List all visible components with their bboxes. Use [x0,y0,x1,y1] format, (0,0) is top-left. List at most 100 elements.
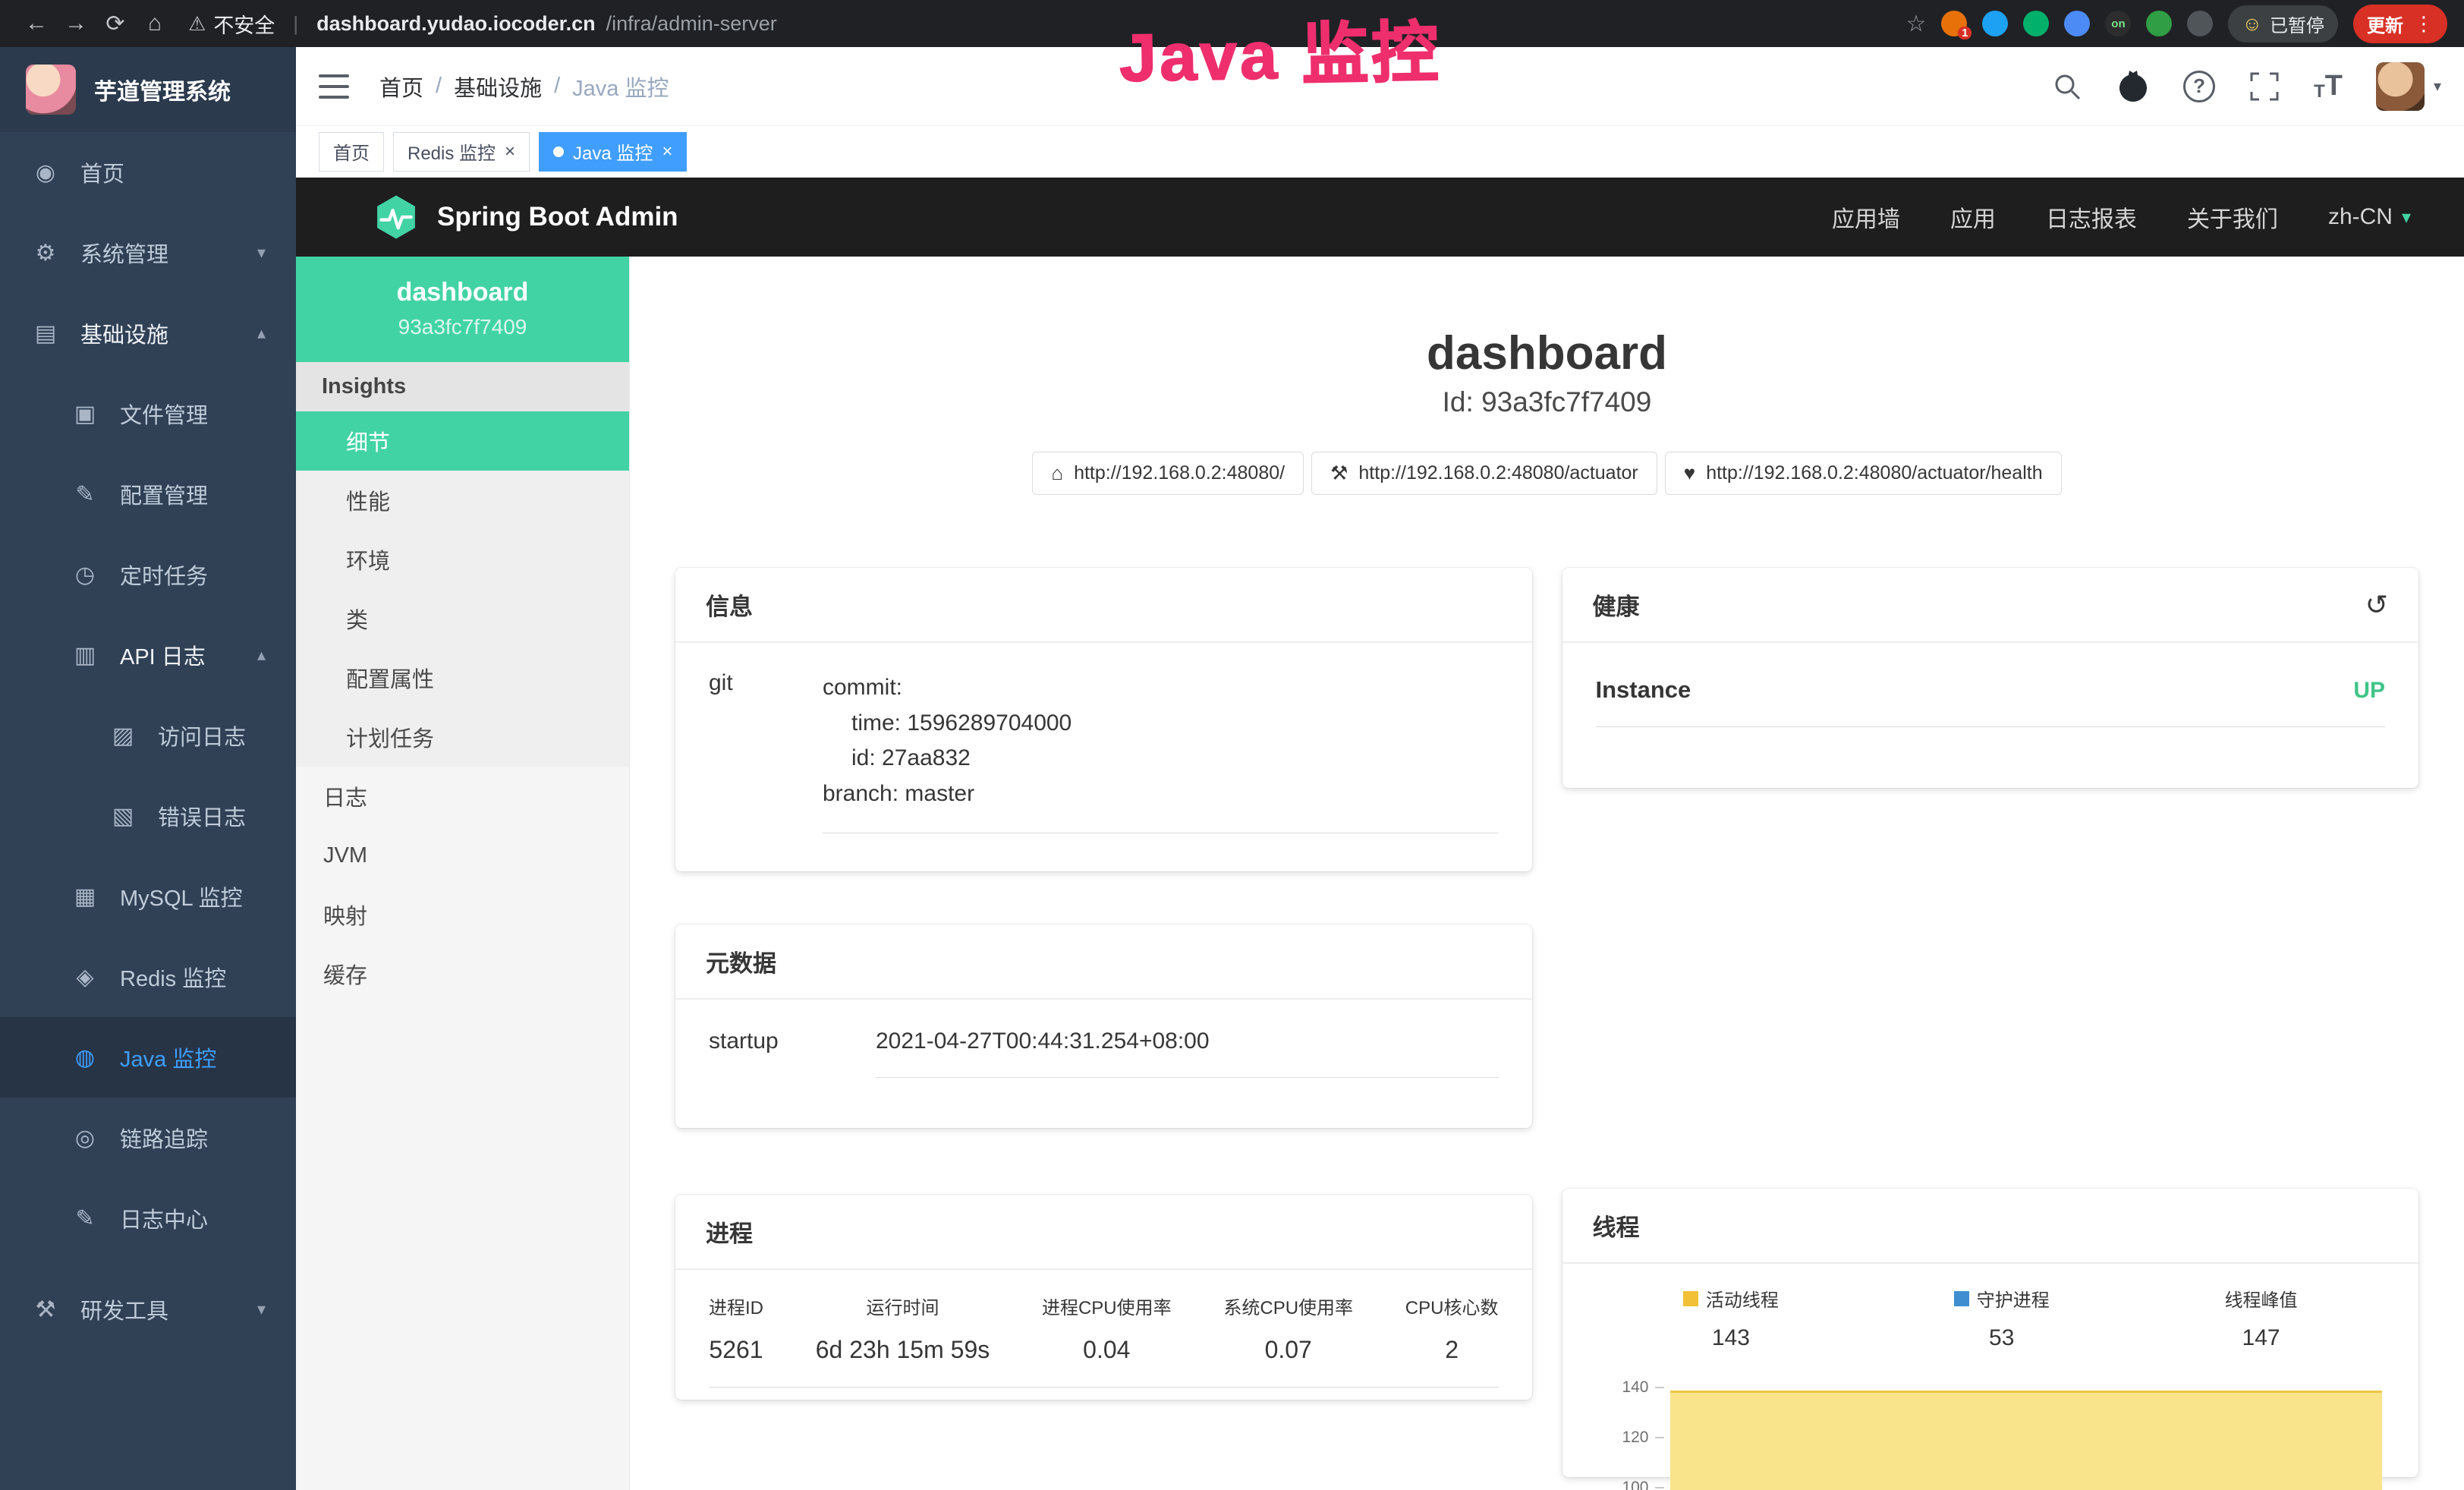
sidebar-item-trace[interactable]: ◎ 链路追踪 [0,1098,296,1178]
close-icon[interactable]: × [505,143,515,161]
sba-navbar: Spring Boot Admin 应用墙 应用 日志报表 关于我们 zh-CN… [296,178,2464,257]
sidebar-item-label: 错误日志 [158,800,246,832]
sidebar-item-access-logs[interactable]: ▨ 访问日志 [0,695,296,776]
extension-leaf-icon[interactable] [2146,11,2172,36]
github-icon[interactable] [2116,70,2150,103]
breadcrumb-home[interactable]: 首页 [379,71,423,102]
gear-icon: ⚙ [30,240,61,266]
sidebar-item-home[interactable]: ◉ 首页 [0,132,296,213]
sidebar-item-label: 日志中心 [120,1202,208,1234]
sba-main-content: dashboard Id: 93a3fc7f7409 ⌂ http://192.… [630,257,2464,1490]
sba-nav-applications[interactable]: 应用 [1950,200,1996,234]
paused-badge[interactable]: ☺ 已暂停 [2228,5,2338,43]
browser-back-button[interactable]: ← [17,5,56,42]
sba-nav-about[interactable]: 关于我们 [2187,200,2278,234]
sba-nav-journal[interactable]: 日志报表 [2046,200,2137,234]
sba-menu-environment[interactable]: 环境 [296,530,629,589]
extension-check-icon[interactable] [2023,11,2049,36]
sidebar-item-system-management[interactable]: ⚙ 系统管理 ▾ [0,213,296,293]
tab-label: 首页 [333,138,370,165]
tab-label: Redis 监控 [408,138,496,165]
sidebar-item-error-logs[interactable]: ▧ 错误日志 [0,776,296,856]
sidebar-item-log-center[interactable]: ✎ 日志中心 [0,1178,296,1258]
sidebar-item-java-monitor[interactable]: ◍ Java 监控 [0,1017,296,1098]
sidebar-item-label: 文件管理 [120,398,208,430]
search-icon[interactable] [2051,71,2083,102]
address-bar[interactable]: ⚠ 不安全 | dashboard.yudao.iocoder.cn /infr… [188,9,1906,39]
sidebar-item-label: 配置管理 [120,478,208,510]
threads-card: 线程 活动线程 143 [1562,1189,2419,1477]
sba-sidebar: dashboard 93a3fc7f7409 Insights 细节 性能 环境… [296,257,630,1490]
sidebar-item-mysql-monitor[interactable]: ▦ MySQL 监控 [0,856,296,937]
browser-forward-button[interactable]: → [56,5,96,42]
close-icon[interactable]: × [662,143,672,161]
breadcrumb-infrastructure[interactable]: 基础设施 [454,71,542,102]
sidebar-item-label: 首页 [80,156,124,188]
fullscreen-icon[interactable] [2248,71,2280,102]
sidebar-item-redis-monitor[interactable]: ◈ Redis 监控 [0,937,296,1017]
sidebar-item-infrastructure[interactable]: ▤ 基础设施 ▴ [0,293,296,373]
chevron-down-icon: ▾ [2402,206,2411,228]
health-url-link[interactable]: ♥ http://192.168.0.2:48080/actuator/heal… [1665,452,2062,495]
card-title: 健康 [1593,587,1640,622]
sba-menu-config-props[interactable]: 配置属性 [296,648,629,707]
legend-peak-threads: 线程峰值 147 [2225,1285,2298,1351]
sba-instance-block[interactable]: dashboard 93a3fc7f7409 [296,257,629,362]
paused-label: 已暂停 [2270,11,2324,37]
sba-menu-mappings[interactable]: 映射 [296,885,629,944]
info-key: git [709,670,823,833]
help-icon[interactable]: ? [2183,71,2215,102]
sba-locale-select[interactable]: zh-CN ▾ [2328,204,2411,230]
process-card-header: 进程 [675,1195,1532,1270]
browser-home-button[interactable]: ⌂ [135,5,175,42]
sidebar-item-config-management[interactable]: ✎ 配置管理 [0,454,296,534]
bookmark-star-icon[interactable]: ☆ [1906,11,1927,37]
browser-reload-button[interactable]: ⟳ [96,5,135,42]
sba-menu-classes[interactable]: 类 [296,589,629,648]
sba-menu-caches[interactable]: 缓存 [296,944,629,1003]
tab-redis-monitor[interactable]: Redis 监控 × [393,132,530,172]
app-logo-row[interactable]: 芋道管理系统 [0,47,296,132]
chevron-up-icon: ▴ [257,323,266,343]
history-icon[interactable]: ↺ [2365,589,2388,621]
hamburger-icon[interactable] [319,74,349,99]
sidebar-item-dev-tools[interactable]: ⚒ 研发工具 ▾ [0,1269,296,1350]
sba-menu-details[interactable]: 细节 [296,411,629,471]
tab-home[interactable]: 首页 [319,132,384,172]
sidebar-item-api-logs[interactable]: ▥ API 日志 ▴ [0,615,296,695]
sba-menu-scheduled-tasks[interactable]: 计划任务 [296,707,629,767]
browser-update-button[interactable]: 更新 ⋮ [2353,5,2447,43]
sba-menu-jvm[interactable]: JVM [296,826,629,885]
sba-menu-metrics[interactable]: 性能 [296,471,629,530]
sba-menu-logs[interactable]: 日志 [296,767,629,826]
tab-java-monitor[interactable]: Java 监控 × [539,132,687,172]
security-status[interactable]: ⚠ 不安全 [188,9,275,39]
service-url-link[interactable]: ⌂ http://192.168.0.2:48080/ [1032,452,1304,495]
sidebar-item-scheduled-tasks[interactable]: ◷ 定时任务 [0,534,296,615]
actuator-url-link[interactable]: ⚒ http://192.168.0.2:48080/actuator [1311,452,1657,495]
instance-title: dashboard [675,326,2418,380]
sba-nav-wallboard[interactable]: 应用墙 [1832,200,1900,234]
extension-on-icon[interactable]: on [2105,11,2131,36]
health-row: Instance UP [1596,676,2386,727]
y-tick-140: 140 [1596,1378,1649,1397]
git-id-line: id: 27aa832 [823,741,1499,777]
legend-live-threads: 活动线程 143 [1683,1285,1779,1351]
extension-grid-icon[interactable] [2064,11,2090,36]
extension-fox-icon[interactable]: 1 [1941,11,1967,36]
user-menu[interactable]: ▾ [2376,62,2441,111]
java-icon: ◍ [70,1044,100,1071]
info-card: 信息 git commit: time: 1596289704000 id: 2… [675,568,1532,871]
extension-drop-icon[interactable] [1982,11,2008,36]
sba-brand[interactable]: Spring Boot Admin [372,193,678,241]
health-card-header: 健康 ↺ [1562,568,2419,643]
browser-menu-icon[interactable]: ⋮ [2414,12,2434,36]
extension-plug-icon[interactable] [2187,11,2213,36]
active-dot [553,146,564,157]
sidebar-item-label: 研发工具 [80,1293,168,1325]
threads-card-header: 线程 [1562,1189,2419,1264]
font-size-icon[interactable]: TT [2314,70,2343,102]
sidebar-item-label: 定时任务 [120,559,208,591]
sidebar-item-file-management[interactable]: ▣ 文件管理 [0,373,296,454]
security-label: 不安全 [213,9,275,39]
